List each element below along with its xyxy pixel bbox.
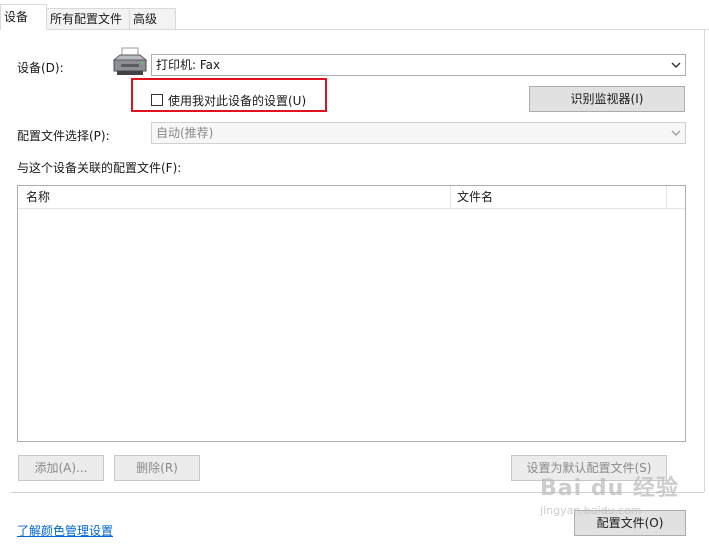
profile-selection-select[interactable]: 自动(推荐) (151, 122, 686, 144)
identify-monitors-button[interactable]: 识别监视器(I) (529, 86, 685, 112)
profile-selection-value: 自动(推荐) (156, 126, 214, 140)
watermark: Bai du 经验 jingyan.baidu.com (540, 470, 690, 540)
watermark-url: jingyan.baidu.com (540, 504, 642, 517)
remove-button[interactable]: 删除(R) (114, 455, 200, 481)
profile-selection-label: 配置文件选择(P): (17, 129, 110, 143)
printer-icon (111, 46, 149, 78)
learn-color-settings-link[interactable]: 了解颜色管理设置 (17, 522, 113, 539)
device-select[interactable]: 打印机: Fax (151, 54, 686, 76)
watermark-brand: Bai du 经验 (540, 476, 679, 501)
associated-profiles-label: 与这个设备关联的配置文件(F): (17, 161, 182, 175)
profiles-list[interactable]: 名称 文件名 (17, 185, 686, 442)
tab-strip: 设备 所有配置文件 高级 (0, 0, 709, 30)
device-label: 设备(D): (17, 61, 64, 75)
column-divider[interactable] (666, 186, 667, 208)
tab-advanced[interactable]: 高级 (129, 8, 176, 29)
tab-device[interactable]: 设备 (0, 4, 47, 30)
chevron-down-icon (671, 62, 681, 68)
add-button[interactable]: 添加(A)... (18, 455, 104, 481)
list-header: 名称 文件名 (18, 186, 685, 209)
column-header-filename[interactable]: 文件名 (451, 186, 666, 208)
column-header-name[interactable]: 名称 (20, 186, 451, 208)
tab-all-profiles[interactable]: 所有配置文件 (46, 8, 130, 29)
chevron-down-icon (671, 130, 681, 136)
use-my-settings-label[interactable]: 使用我对此设备的设置(U) (168, 92, 306, 109)
use-my-settings-checkbox[interactable] (151, 94, 163, 106)
device-select-value: 打印机: Fax (156, 58, 221, 72)
